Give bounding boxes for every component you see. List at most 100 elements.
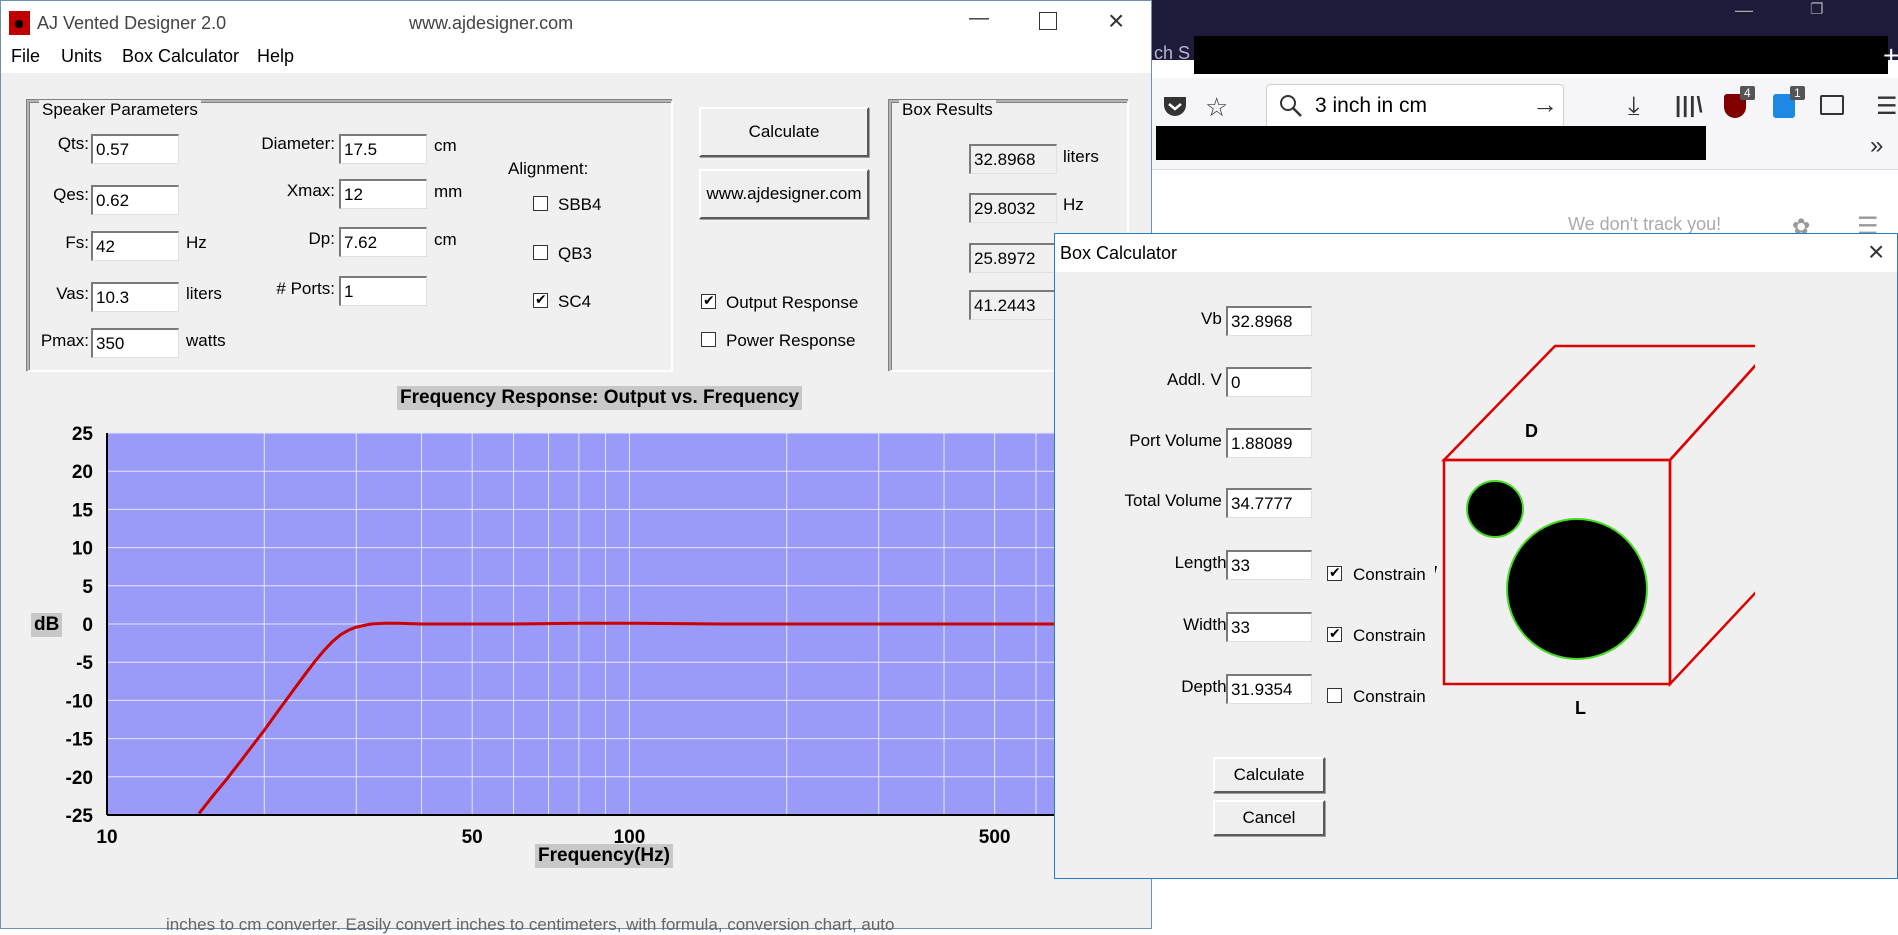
qb3-label: QB3 [558,244,593,263]
y-tick-label: 10 [72,539,93,560]
chart-x-axis-label: Frequency(Hz) [535,844,673,868]
library-icon[interactable]: |||\ [1675,92,1704,118]
download-icon[interactable]: ⤓ [1628,90,1640,122]
s-extension-badge: 1 [1790,86,1805,100]
calculate-button[interactable]: Calculate [699,107,869,157]
addl-v-input[interactable] [1226,367,1312,397]
menu-units[interactable]: Units [61,46,102,67]
power-response-checkbox[interactable] [701,332,716,347]
menu-file[interactable]: File [11,46,40,67]
length-constrain-checkbox[interactable] [1327,564,1342,581]
menu-help[interactable]: Help [257,46,294,67]
window-title: AJ Vented Designer 2.0 [37,13,227,33]
y-tick-label: 5 [82,577,93,598]
depth-input[interactable] [1226,674,1312,704]
browser-tab-title[interactable]: ch S [1154,43,1190,64]
arrow-right-icon[interactable]: → [1532,89,1558,120]
ublock-badge: 4 [1740,86,1755,100]
chevrons-icon[interactable]: » [1870,132,1883,160]
dialog-cancel-button[interactable]: Cancel [1213,800,1325,836]
speaker-parameters-label: Speaker Parameters [39,100,201,120]
window-url-title: www.ajdesigner.com [409,13,574,33]
sc4-label: SC4 [558,292,592,311]
vb-liter-input[interactable] [1226,306,1312,336]
sc4-checkbox[interactable] [533,291,548,308]
dialog-title-bar [1055,234,1897,272]
alignment-label: Alignment: [508,159,589,178]
vas-unit: liters [186,284,222,303]
qts-label: Qts: [57,134,89,153]
vas-input[interactable] [91,282,179,312]
pmax-input[interactable] [91,328,179,358]
menu-box-calculator[interactable]: Box Calculator [122,46,239,67]
browser-redacted-tab [1194,36,1888,74]
sidebar-icon[interactable] [1820,95,1844,115]
width-constrain-checkbox[interactable] [1327,625,1342,642]
lp-output [969,290,1057,320]
qes-input[interactable] [91,185,179,215]
depth-axis-label: D [1525,421,1538,441]
browser-restore-icon[interactable]: ❐ [1810,0,1823,18]
search-icon [1280,95,1302,117]
y-tick-label: -25 [66,806,94,827]
y-tick-label: -15 [66,730,94,751]
y-tick-label: 0 [82,615,93,636]
width-constrain-label: Constrain [1353,626,1426,645]
y-tick-label: -10 [66,691,93,712]
xmax-unit: mm [434,182,463,201]
length-input[interactable] [1226,550,1312,580]
depth-constrain-checkbox[interactable] [1327,688,1342,703]
url-input[interactable] [1315,92,1525,120]
dialog-calculate-button[interactable]: Calculate [1213,757,1325,793]
length-axis-label: L [1575,698,1586,718]
minimize-icon[interactable]: — [969,7,989,30]
depth-constrain-label: Constrain [1353,687,1426,706]
width-input[interactable] [1226,612,1312,642]
sbb4-checkbox[interactable] [533,196,548,211]
fs-label: Fs: [65,233,89,252]
dialog-title: Box Calculator [1060,243,1178,263]
page-track-text: We don't track you! [1568,214,1722,234]
length-constrain-label: Constrain [1353,565,1426,584]
dialog-close-icon[interactable]: × [1868,236,1884,268]
dp-unit: cm [434,230,457,249]
browser-page-text-behind: inches to cm converter. Easily convert i… [166,915,895,934]
app-icon [9,11,30,35]
main-window: AJ Vented Designer 2.0 www.ajdesigner.co… [0,0,1152,934]
qb3-checkbox[interactable] [533,245,548,260]
box-side-face [1668,364,1755,688]
dp-label: Dp: [308,229,335,248]
fs-input[interactable] [91,231,179,261]
diameter-input[interactable] [339,134,427,164]
url-bar[interactable]: → [1266,84,1564,128]
y-tick-label: 15 [72,500,94,521]
fs-unit: Hz [186,233,207,252]
star-icon[interactable]: ☆ [1205,92,1228,123]
browser-minimize-icon[interactable]: — [1735,0,1753,21]
pmax-label: Pmax: [40,331,89,350]
ports-input[interactable] [339,276,427,306]
vb-unit: liters [1063,147,1099,166]
chart-title: Frequency Response: Output vs. Frequency [397,386,803,410]
close-icon[interactable]: × [1108,5,1124,37]
driver-circle [1506,518,1648,660]
pocket-icon[interactable] [1162,95,1188,119]
xmax-input[interactable] [339,179,427,209]
x-tick-label: 10 [96,827,117,848]
menu-icon[interactable]: ☰ [1876,92,1898,121]
port-volume-input[interactable] [1226,428,1312,458]
port-circle [1466,480,1524,538]
website-button[interactable]: www.ajdesigner.com [699,169,869,219]
qts-input[interactable] [91,134,179,164]
box-calculator-dialog: Box Calculator × Vb (liter): Addl. V (li… [1054,233,1898,879]
output-response-label: Output Response [726,293,859,312]
maximize-icon[interactable] [1039,12,1057,30]
output-response-checkbox[interactable] [701,292,716,309]
pmax-unit: watts [186,331,226,350]
f3-output [969,243,1057,273]
total-volume-input[interactable] [1226,488,1312,518]
x-tick-label: 50 [462,827,483,848]
frequency-response-chart: 2520151050-5-10-15-20-2510 50 100 500 [66,424,1072,848]
new-tab-button[interactable]: + [1883,40,1898,72]
dp-input[interactable] [339,227,427,257]
